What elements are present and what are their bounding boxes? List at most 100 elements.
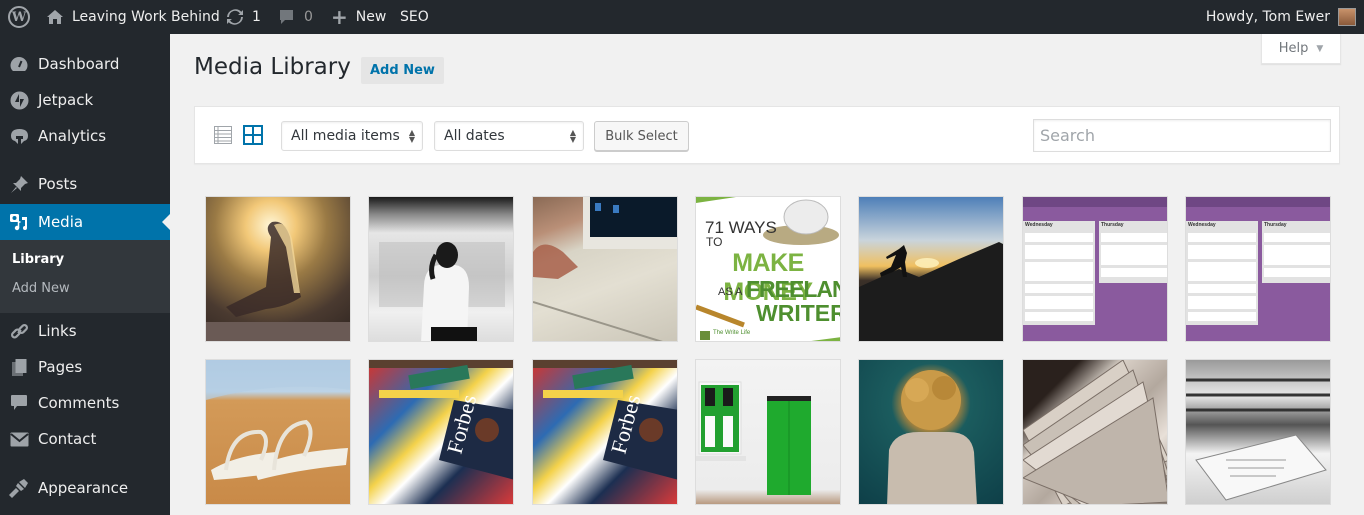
comment-icon	[0, 394, 38, 412]
help-tab-button[interactable]: Help ▼	[1261, 34, 1341, 64]
paintbrush-icon	[0, 478, 38, 498]
admin-bar: W Leaving Work Behind 1 0 + New SEO Howd…	[0, 0, 1364, 34]
thumbnail-image	[206, 360, 350, 480]
thumbnail-text: TO	[706, 235, 723, 249]
media-item[interactable]	[368, 196, 514, 342]
envelope-icon	[0, 432, 38, 447]
media-icon	[0, 212, 38, 232]
media-item[interactable]	[205, 359, 351, 505]
thumbnail-text: Thursday	[1101, 222, 1124, 228]
sidebar-item-contact[interactable]: Contact	[0, 421, 170, 457]
media-search-input[interactable]	[1033, 119, 1331, 152]
sidebar-item-links[interactable]: Links	[0, 313, 170, 349]
submenu-item-add-new[interactable]: Add New	[12, 281, 70, 296]
comments-count: 0	[304, 9, 313, 25]
media-item[interactable]: Wednesday Thursday	[1022, 196, 1168, 342]
media-item[interactable]: Forbes	[368, 359, 514, 505]
media-item[interactable]: Wednesday Thursday	[1185, 196, 1331, 342]
my-account-menu[interactable]: Howdy, Tom Ewer	[1206, 0, 1356, 34]
sidebar-label: Contact	[38, 430, 97, 448]
thumbnail-image	[859, 242, 1003, 341]
sidebar-label: Comments	[38, 394, 120, 412]
thumbnail-image	[1186, 197, 1330, 325]
sidebar-item-comments[interactable]: Comments	[0, 385, 170, 421]
seo-menu[interactable]: SEO	[400, 0, 429, 34]
media-item[interactable]	[532, 196, 678, 342]
thumbnail-image	[533, 197, 677, 341]
site-name: Leaving Work Behind	[72, 9, 220, 25]
thumbnail-text: The Write Life	[713, 330, 751, 336]
media-toolbar: All media items ▲ ▼ All dates ▲ ▼ Bulk Sel…	[194, 106, 1340, 164]
avatar	[1338, 8, 1356, 26]
sidebar-label: Analytics	[38, 127, 107, 145]
dashboard-icon	[0, 55, 38, 73]
thumbnail-image	[1186, 378, 1330, 501]
thumbnail-image	[887, 370, 977, 504]
thumbnail-text: FREELANCE	[746, 276, 840, 302]
submenu-item-library[interactable]: Library	[12, 252, 64, 267]
sidebar-item-analytics[interactable]: Analytics	[0, 118, 170, 154]
thumbnail-image	[206, 221, 350, 341]
sidebar-item-appearance[interactable]: Appearance	[0, 470, 170, 506]
comment-bubble-icon	[278, 9, 295, 26]
sidebar-label: Pages	[38, 358, 83, 376]
thumbnail-text: Thursday	[1264, 222, 1287, 228]
wordpress-logo-menu[interactable]: W	[8, 0, 32, 34]
select-arrows-icon: ▲ ▼	[408, 128, 415, 144]
media-type-filter-select[interactable]: All media items ▲ ▼	[281, 121, 423, 151]
media-item[interactable]	[858, 196, 1004, 342]
media-submenu: Library Add New	[0, 240, 170, 313]
thumbnail-text: WRITER	[756, 300, 841, 326]
date-selected: All dates	[444, 128, 505, 144]
date-filter-select[interactable]: All dates ▲ ▼	[434, 121, 584, 151]
list-view-icon[interactable]	[214, 126, 232, 144]
sidebar-item-posts[interactable]: Posts	[0, 166, 170, 202]
media-item[interactable]	[858, 359, 1004, 505]
pages-icon	[0, 358, 38, 377]
site-name-menu[interactable]: Leaving Work Behind	[46, 0, 220, 34]
pin-icon	[0, 175, 38, 194]
add-new-button[interactable]: Add New	[361, 57, 444, 84]
media-item[interactable]	[695, 359, 841, 505]
media-type-selected: All media items	[291, 128, 400, 144]
caret-down-icon: ▼	[1316, 43, 1324, 54]
thumbnail-image	[1023, 197, 1167, 325]
media-item[interactable]: Forbes	[532, 359, 678, 505]
sidebar-label: Appearance	[38, 479, 129, 497]
media-item[interactable]: 71 WAYS TO MAKE MONEY AS A FREELANCE WRI…	[695, 196, 841, 342]
sidebar-label: Dashboard	[38, 55, 120, 73]
home-icon	[46, 9, 64, 25]
sidebar-item-media[interactable]: Media	[0, 204, 170, 240]
link-icon	[0, 322, 38, 341]
media-item[interactable]	[1185, 359, 1331, 505]
updates-count: 1	[252, 9, 261, 25]
comments-menu[interactable]: 0	[278, 0, 313, 34]
help-label: Help	[1278, 41, 1309, 56]
updates-icon	[226, 8, 244, 26]
thumbnail-image	[379, 242, 505, 341]
greeting: Howdy, Tom Ewer	[1205, 9, 1330, 25]
wordpress-logo-icon: W	[8, 6, 30, 28]
media-item[interactable]	[1022, 359, 1168, 505]
sidebar-label: Links	[38, 322, 77, 340]
new-label: New	[355, 9, 387, 25]
sidebar-item-jetpack[interactable]: Jetpack	[0, 82, 170, 118]
media-item[interactable]	[205, 196, 351, 342]
thumbnail-image: Forbes	[369, 360, 513, 480]
grid-view-icon[interactable]	[243, 125, 263, 145]
sidebar-label: Posts	[38, 175, 78, 193]
sidebar-label: Media	[38, 213, 84, 231]
jetpack-icon	[0, 91, 38, 110]
admin-sidebar: Dashboard Jetpack Analytics Posts Media …	[0, 34, 170, 515]
updates-menu[interactable]: 1	[226, 0, 261, 34]
new-content-menu[interactable]: + New	[331, 0, 386, 34]
bulk-select-button[interactable]: Bulk Select	[594, 121, 689, 151]
page-title: Media Library	[194, 54, 351, 80]
sidebar-item-dashboard[interactable]: Dashboard	[0, 46, 170, 82]
seo-label: SEO	[400, 9, 429, 25]
thumbnail-image: Forbes	[533, 360, 677, 480]
plus-icon: +	[331, 5, 348, 29]
select-arrows-icon: ▲ ▼	[569, 128, 576, 144]
sidebar-item-pages[interactable]: Pages	[0, 349, 170, 385]
thumbnail-image	[696, 381, 811, 495]
